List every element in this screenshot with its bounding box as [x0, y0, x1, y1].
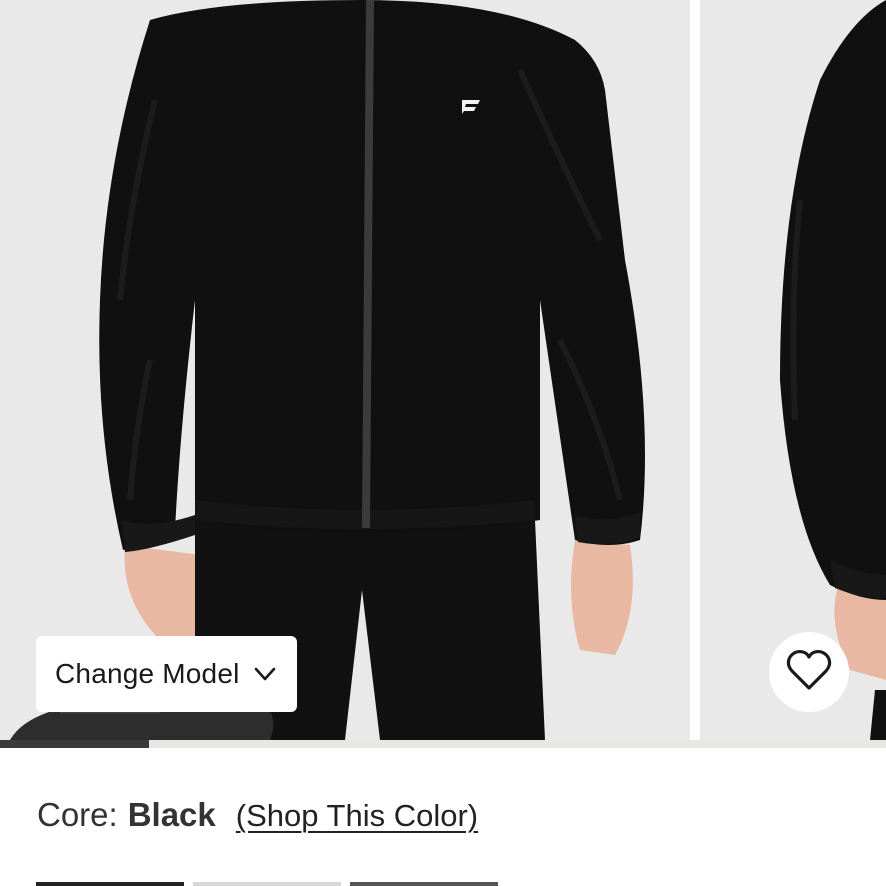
heart-icon	[786, 649, 832, 696]
color-swatch[interactable]	[350, 882, 498, 886]
color-swatch-selected[interactable]	[36, 882, 184, 886]
color-selection: Core: Black (Shop This Color)	[37, 796, 478, 834]
favorite-button[interactable]	[769, 632, 849, 712]
product-image-next[interactable]	[700, 0, 886, 740]
color-name: Black	[127, 796, 216, 833]
color-swatch[interactable]	[193, 882, 341, 886]
jacket-model-photo	[0, 0, 690, 740]
product-image-gallery[interactable]: Change Model	[0, 0, 886, 740]
gallery-progress-fill	[0, 740, 149, 748]
shop-this-color-link[interactable]: (Shop This Color)	[236, 798, 478, 834]
gallery-progress-bar	[0, 740, 886, 748]
color-swatches	[36, 882, 498, 886]
color-label: Core:	[37, 796, 118, 833]
product-image-main[interactable]	[0, 0, 690, 740]
change-model-button[interactable]: Change Model	[36, 636, 297, 712]
jacket-side-photo	[700, 0, 886, 740]
change-model-label: Change Model	[55, 658, 240, 689]
chevron-down-icon	[252, 661, 278, 687]
